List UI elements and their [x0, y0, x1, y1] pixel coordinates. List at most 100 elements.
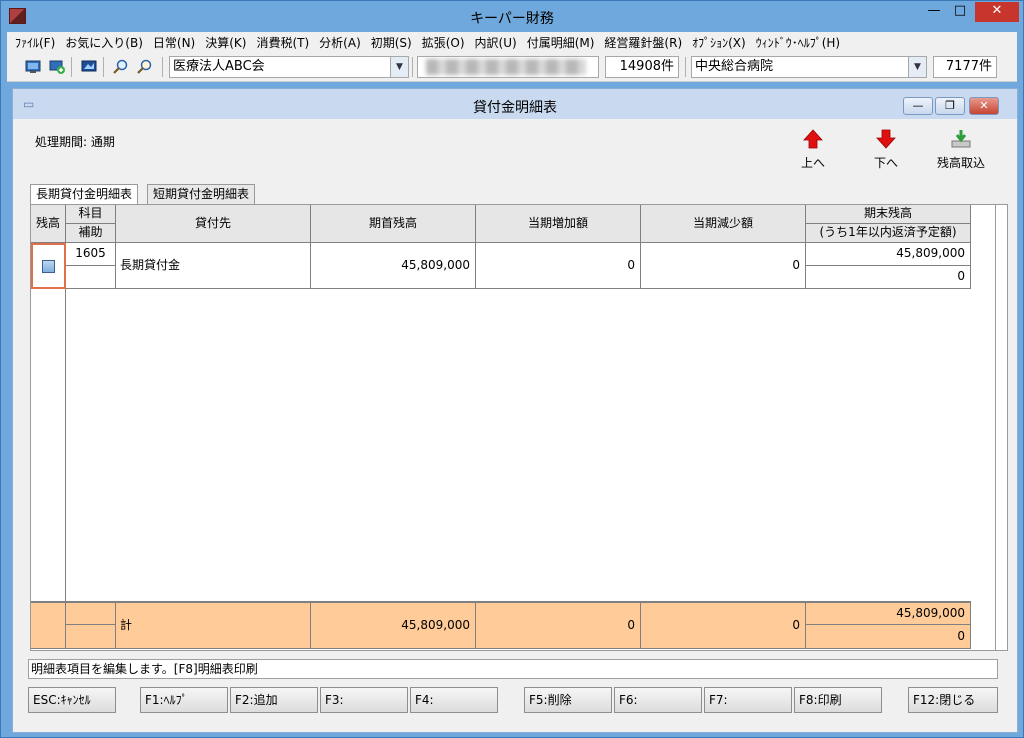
import-icon: [951, 130, 971, 148]
status-message: 明細表項目を編集します。[F8]明細表印刷: [28, 659, 998, 679]
app-window: キーパー財務 — □ ✕ ﾌｧｲﾙ(F) お気に入り(B) 日常(N) 決算(K…: [0, 0, 1024, 738]
monitor-icon[interactable]: [25, 59, 41, 74]
move-up-button[interactable]: 上へ: [783, 129, 843, 175]
total-label: 計: [116, 601, 311, 649]
cell-zouka[interactable]: 0: [476, 243, 641, 289]
cell-genshou[interactable]: 0: [641, 243, 806, 289]
move-down-button[interactable]: 下へ: [856, 129, 916, 175]
child-restore-button[interactable]: ❐: [935, 97, 965, 115]
maximize-button[interactable]: □: [947, 2, 973, 22]
corporation-select-value: 医療法人ABC会: [173, 59, 265, 74]
menu-breakdown[interactable]: 内訳(U): [471, 34, 523, 51]
header-kashitsuke: 貸付先: [116, 205, 311, 243]
header-kishu: 期首残高: [311, 205, 476, 243]
total-hojo: [66, 625, 116, 649]
cell-kimatsu-sub[interactable]: 0: [806, 266, 971, 289]
child-minimize-button[interactable]: —: [903, 97, 933, 115]
redacted-field: [417, 56, 599, 78]
f8-print-button[interactable]: F8:印刷: [794, 687, 882, 713]
menu-extension[interactable]: 拡張(O): [418, 34, 471, 51]
vertical-scrollbar[interactable]: [996, 204, 1008, 651]
toolbar-separator: [685, 57, 686, 77]
toolbar-separator: [71, 57, 72, 77]
total-kishu: 45,809,000: [311, 601, 476, 649]
facility-select-value: 中央総合病院: [695, 59, 774, 74]
header-kimatsu-sub: (うち1年以内返済予定額): [806, 224, 971, 243]
menu-tax[interactable]: 消費税(T): [252, 34, 315, 51]
header-kimatsu: 期末残高: [806, 205, 971, 224]
child-title: 貸付金明細表: [473, 100, 557, 116]
import-balance-button[interactable]: 残高取込: [931, 129, 991, 175]
menu-daily[interactable]: 日常(N): [149, 34, 201, 51]
child-window: ▭ 貸付金明細表 — ❐ ✕ 処理期間: 通期 上へ 下へ 残高取込 長期貸付金…: [12, 88, 1018, 733]
arrow-down-icon: [876, 129, 896, 149]
move-down-label: 下へ: [873, 156, 898, 170]
menu-window-help[interactable]: ｳｨﾝﾄﾞｳ･ﾍﾙﾌﾟ(H): [752, 34, 846, 51]
menu-favorites[interactable]: お気に入り(B): [61, 34, 149, 51]
f4-button[interactable]: F4:: [410, 687, 498, 713]
facility-count: 7177件: [933, 56, 997, 78]
toolbar-separator: [412, 57, 413, 77]
empty-column: [31, 289, 66, 601]
menu-analysis[interactable]: 分析(A): [315, 34, 367, 51]
menu-compass[interactable]: 経営羅針盤(R): [600, 34, 688, 51]
cell-kamoku[interactable]: 1605: [66, 243, 116, 266]
cell-kashitsuke[interactable]: 長期貸付金: [116, 243, 311, 289]
period-label: 処理期間: 通期: [35, 135, 115, 149]
redacted-text: [426, 59, 586, 75]
child-close-button[interactable]: ✕: [969, 97, 999, 115]
menu-bar: ﾌｧｲﾙ(F) お気に入り(B) 日常(N) 決算(K) 消費税(T) 分析(A…: [7, 32, 1017, 52]
monitor-add-icon[interactable]: [49, 59, 65, 74]
menu-closing[interactable]: 決算(K): [201, 34, 252, 51]
f2-add-button[interactable]: F2:追加: [230, 687, 318, 713]
zoom-in-icon[interactable]: [113, 59, 129, 74]
menu-initial[interactable]: 初期(S): [367, 34, 418, 51]
f5-delete-button[interactable]: F5:削除: [524, 687, 612, 713]
close-button[interactable]: ✕: [975, 2, 1019, 22]
cell-kishu[interactable]: 45,809,000: [311, 243, 476, 289]
header-zouka: 当期増加額: [476, 205, 641, 243]
tab-long-term[interactable]: 長期貸付金明細表: [30, 184, 139, 205]
toolbar: 医療法人ABC会 ▼ 14908件 中央総合病院 ▼ 7177件: [7, 52, 1017, 82]
f12-close-button[interactable]: F12:閉じる: [908, 687, 998, 713]
child-title-bar: ▭ 貸付金明細表 — ❐ ✕: [13, 89, 1017, 119]
facility-select[interactable]: 中央総合病院 ▼: [691, 56, 927, 78]
total-kimatsu: 45,809,000: [806, 601, 971, 625]
chevron-down-icon[interactable]: ▼: [908, 57, 926, 77]
f6-button[interactable]: F6:: [614, 687, 702, 713]
total-blank: [31, 601, 66, 649]
total-genshou: 0: [641, 601, 806, 649]
minimize-button[interactable]: —: [921, 2, 947, 22]
tab-short-term[interactable]: 短期貸付金明細表: [147, 184, 256, 204]
balance-checkbox-cell[interactable]: [31, 243, 66, 289]
chevron-down-icon[interactable]: ▼: [390, 57, 408, 77]
f3-button[interactable]: F3:: [320, 687, 408, 713]
move-up-label: 上へ: [800, 156, 825, 170]
header-genshou: 当期減少額: [641, 205, 806, 243]
menu-options[interactable]: ｵﾌﾟｼｮﾝ(X): [688, 34, 752, 51]
title-bar: キーパー財務 — □ ✕: [1, 1, 1023, 32]
f7-button[interactable]: F7:: [704, 687, 792, 713]
loan-table: 残高 科目 補助 貸付先 期首残高 当期増加額 当期減少額 期末残高 (うち1年…: [30, 204, 996, 651]
corporation-select[interactable]: 医療法人ABC会 ▼: [169, 56, 409, 78]
balance-checkbox[interactable]: [42, 260, 55, 273]
header-kamoku: 科目: [66, 205, 116, 224]
menu-file[interactable]: ﾌｧｲﾙ(F): [11, 34, 61, 51]
cell-kimatsu[interactable]: 45,809,000: [806, 243, 971, 266]
corporation-count: 14908件: [605, 56, 679, 78]
f1-help-button[interactable]: F1:ﾍﾙﾌﾟ: [140, 687, 228, 713]
zoom-out-icon[interactable]: [137, 59, 153, 74]
header-zandaka: 残高: [31, 205, 66, 243]
app-title: キーパー財務: [470, 11, 554, 27]
import-balance-label: 残高取込: [936, 156, 985, 170]
toolbar-separator: [162, 57, 163, 77]
arrow-up-icon: [803, 129, 823, 149]
toolbar-separator: [103, 57, 104, 77]
cell-hojo[interactable]: [66, 266, 116, 289]
total-kamoku: [66, 601, 116, 625]
esc-cancel-button[interactable]: ESC:ｷｬﾝｾﾙ: [28, 687, 116, 713]
menu-details[interactable]: 付属明細(M): [523, 34, 601, 51]
total-zouka: 0: [476, 601, 641, 649]
total-kimatsu-sub: 0: [806, 625, 971, 649]
display-icon[interactable]: [81, 59, 97, 74]
